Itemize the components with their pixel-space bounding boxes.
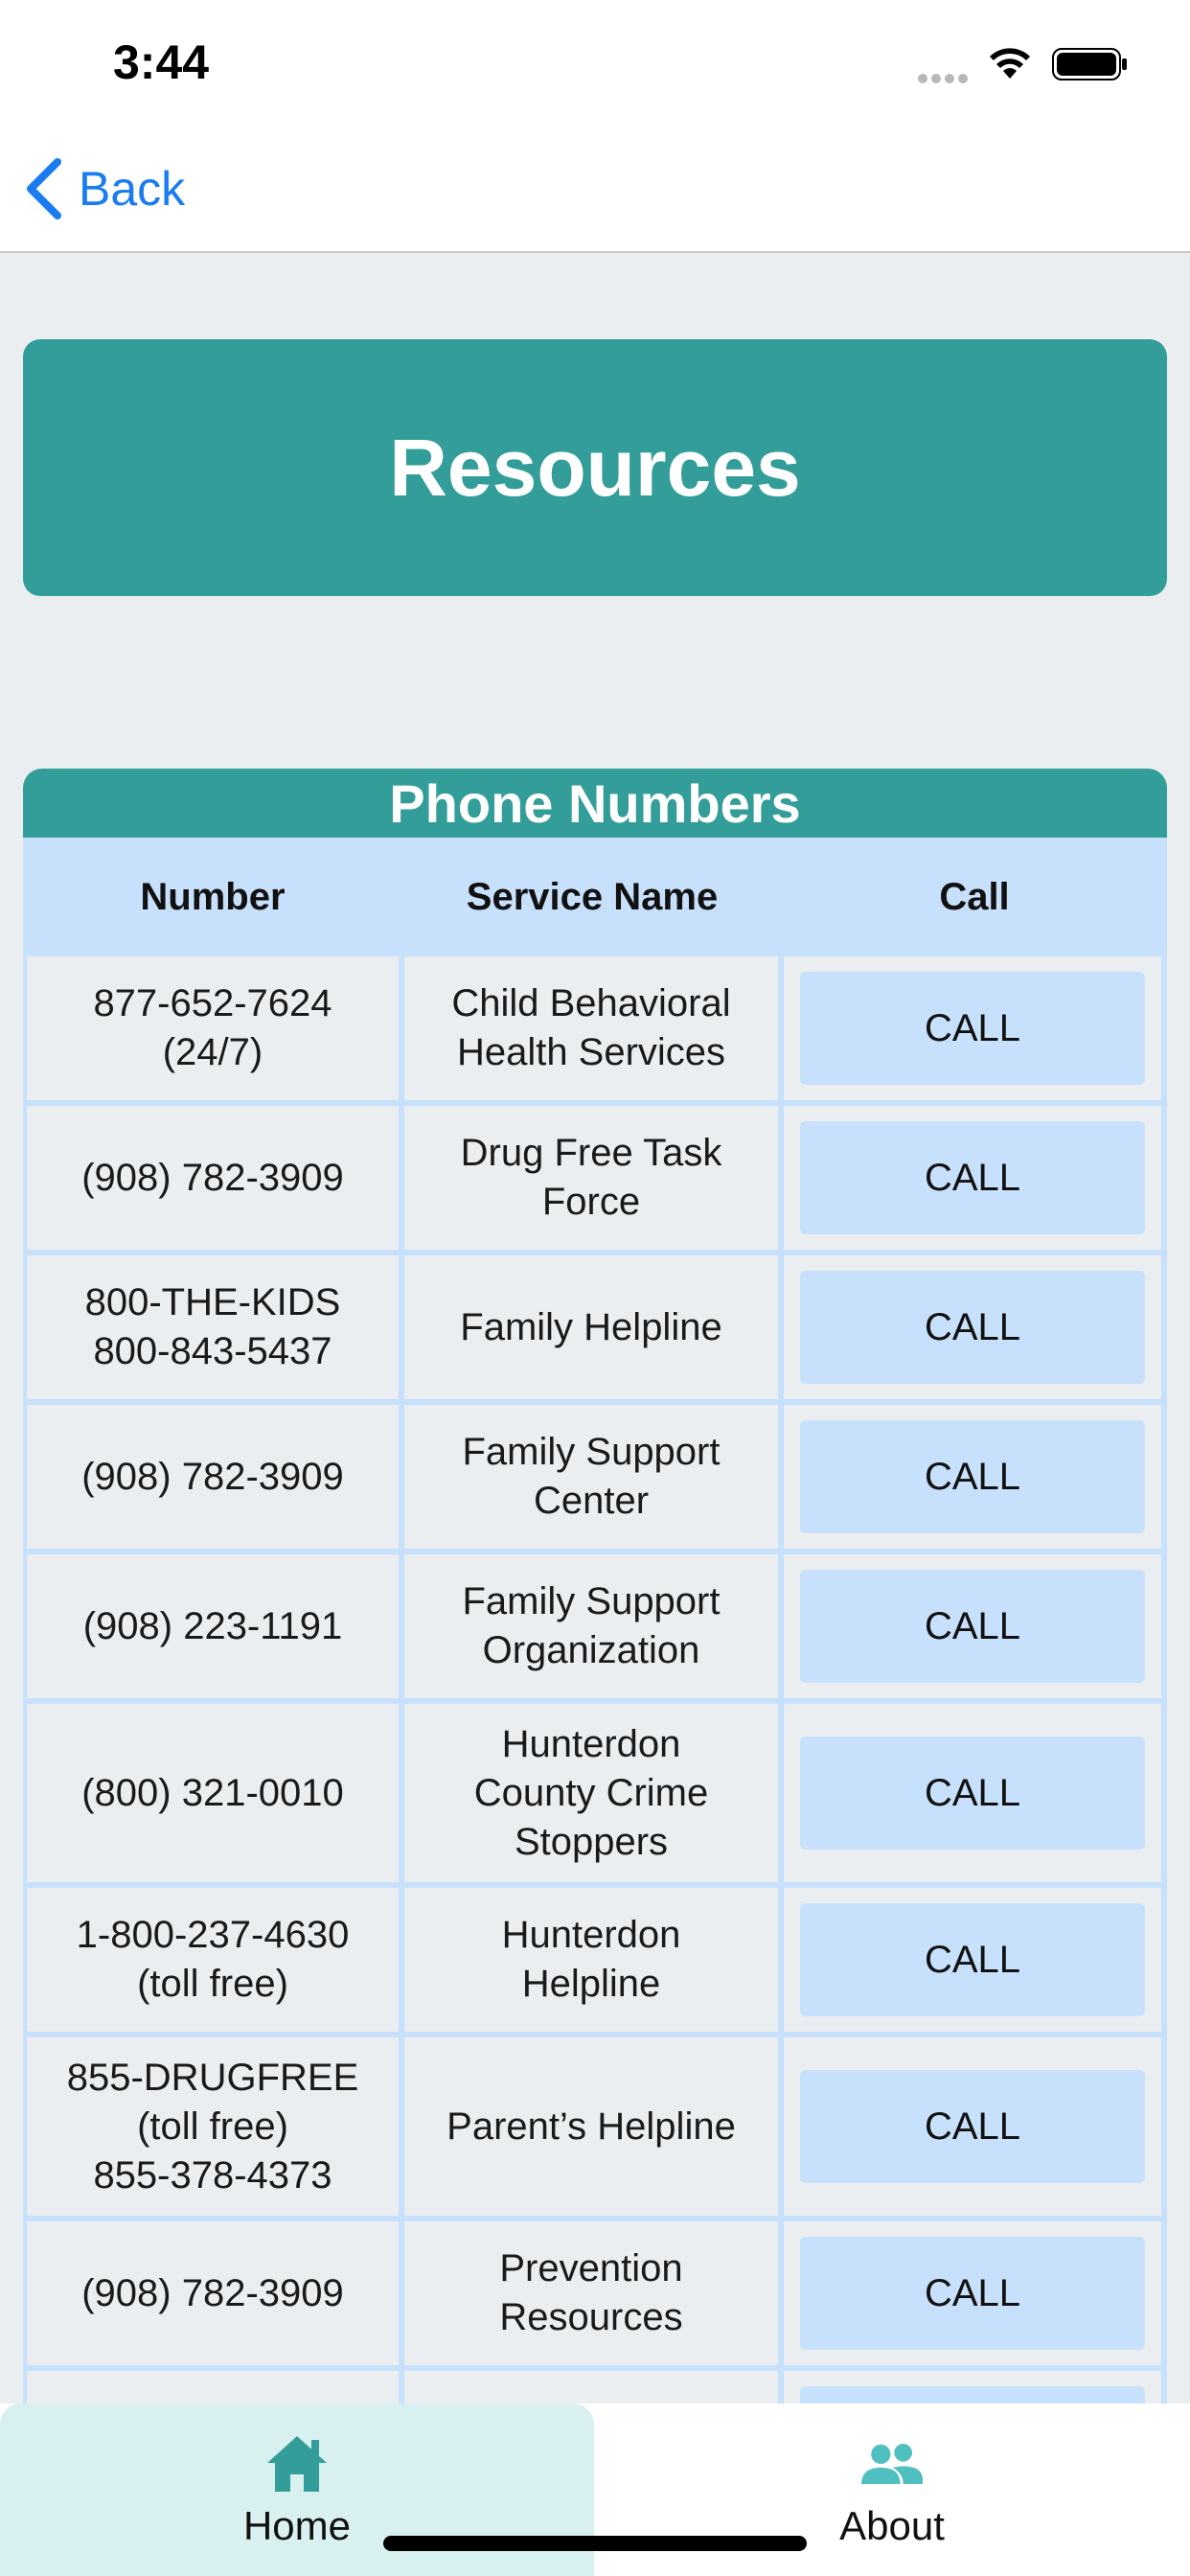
phone-number-cell: (908) 223-1191 [27, 1554, 399, 1698]
call-button[interactable]: CALL [800, 2237, 1145, 2350]
table-body: 877-652-7624 (24/7) Child Behavioral Heal… [23, 956, 1167, 2404]
table-row: (800) 321-0010 Hunterdon County Crime Sto… [27, 1704, 1167, 1882]
phone-number-cell: 877-652-7624 (24/7) [27, 956, 399, 1100]
phone-table[interactable]: Number Service Name Call 877-652-7624 (2… [23, 838, 1167, 2404]
table-row-partial [27, 2371, 1167, 2404]
navigation-bar: Back [0, 126, 1190, 253]
service-name-cell: Child Behavioral Health Services [404, 956, 778, 1100]
back-button[interactable]: Back [23, 155, 185, 222]
service-name-cell: Family Support Organization [404, 1554, 778, 1698]
section-title: Phone Numbers [389, 772, 801, 834]
chevron-left-icon [27, 158, 61, 219]
screen: 3:44 Back Resources Phone Numbers Number [0, 0, 1190, 2576]
table-row: 877-652-7624 (24/7) Child Behavioral Heal… [27, 956, 1167, 1100]
column-header-number: Number [140, 875, 286, 918]
table-row: 800-THE-KIDS 800-843-5437 Family Helpline… [27, 1255, 1167, 1399]
signal-icon [918, 71, 972, 83]
table-row: 1-800-237-4630 (toll free) Hunterdon Help… [27, 1888, 1167, 2032]
call-cell: CALL [784, 1255, 1161, 1399]
back-label: Back [79, 162, 186, 216]
table-row: (908) 782-3909 Prevention Resources CALL [27, 2221, 1167, 2365]
call-button[interactable]: CALL [800, 972, 1145, 1085]
resources-banner: Resources [23, 339, 1167, 596]
home-indicator [383, 2536, 807, 2551]
call-button[interactable]: CALL [800, 1570, 1145, 1683]
table-row: 855-DRUGFREE (toll free) 855-378-4373 Par… [27, 2037, 1167, 2216]
service-name-cell: Prevention Resources [404, 2221, 778, 2365]
call-button[interactable]: CALL [800, 1121, 1145, 1234]
call-button[interactable]: CALL [800, 1736, 1145, 1850]
call-button[interactable]: CALL [800, 1420, 1145, 1533]
call-cell: CALL [784, 1704, 1161, 1882]
phone-number-cell: 800-THE-KIDS 800-843-5437 [27, 1255, 399, 1399]
status-time: 3:44 [113, 35, 210, 89]
table-header-row: Number Service Name Call [23, 838, 1167, 956]
call-button[interactable] [800, 2386, 1145, 2404]
phone-number-cell: 855-DRUGFREE (toll free) 855-378-4373 [27, 2037, 399, 2216]
people-icon [861, 2444, 924, 2484]
call-button[interactable]: CALL [800, 1903, 1145, 2016]
phone-number-cell: (908) 782-3909 [27, 2221, 399, 2365]
phone-number-cell: (908) 782-3909 [27, 1405, 399, 1549]
phone-number-cell: (800) 321-0010 [27, 1704, 399, 1882]
table-row: (908) 782-3909 Drug Free Task Force CALL [27, 1106, 1167, 1250]
call-cell: CALL [784, 1554, 1161, 1698]
table-row: (908) 782-3909 Family Support Center CALL [27, 1405, 1167, 1549]
table-cell [784, 2371, 1161, 2404]
column-header-call: Call [939, 875, 1010, 918]
tab-home-label: Home [242, 2503, 352, 2548]
table-cell [404, 2371, 778, 2404]
call-button[interactable]: CALL [800, 2070, 1145, 2183]
call-cell: CALL [784, 2221, 1161, 2365]
wifi-icon [990, 48, 1030, 79]
tab-about-label: About [839, 2503, 945, 2548]
table-row: (908) 223-1191 Family Support Organizatio… [27, 1554, 1167, 1698]
call-button[interactable]: CALL [800, 1271, 1145, 1384]
service-name-cell: Family Support Center [404, 1405, 778, 1549]
column-header-service: Service Name [466, 875, 719, 918]
page-title: Resources [389, 422, 801, 513]
service-name-cell: Hunterdon Helpline [404, 1888, 778, 2032]
home-icon [267, 2436, 327, 2492]
call-cell: CALL [784, 1888, 1161, 2032]
service-name-cell: Hunterdon County Crime Stoppers [404, 1704, 778, 1882]
battery-icon [1052, 48, 1127, 80]
call-cell: CALL [784, 2037, 1161, 2216]
service-name-cell: Family Helpline [404, 1255, 778, 1399]
status-bar: 3:44 [0, 0, 1190, 126]
service-name-cell: Drug Free Task Force [404, 1106, 778, 1250]
phone-number-cell: (908) 782-3909 [27, 1106, 399, 1250]
service-name-cell: Parent’s Helpline [404, 2037, 778, 2216]
call-cell: CALL [784, 956, 1161, 1100]
call-cell: CALL [784, 1405, 1161, 1549]
phone-number-cell: 1-800-237-4630 (toll free) [27, 1888, 399, 2032]
phone-numbers-header: Phone Numbers [23, 769, 1167, 838]
table-cell [27, 2371, 399, 2404]
call-cell: CALL [784, 1106, 1161, 1250]
